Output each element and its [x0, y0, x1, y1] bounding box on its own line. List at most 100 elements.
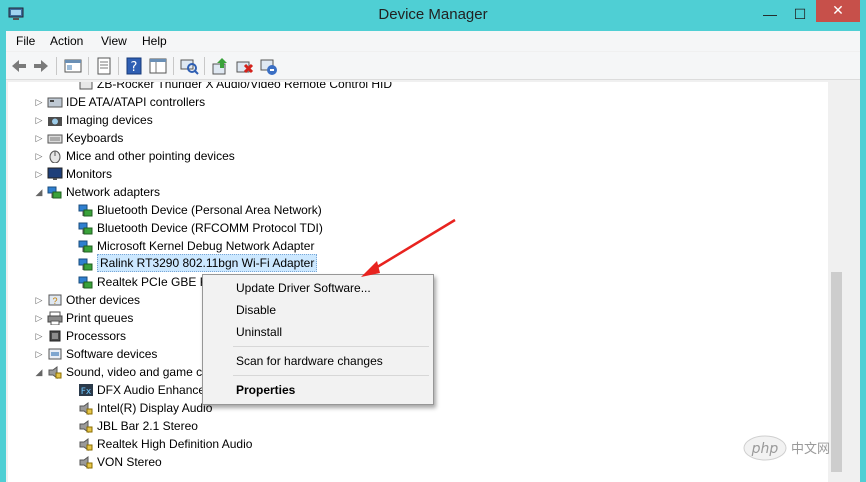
tree-row-label: VON Stereo — [97, 455, 162, 469]
tree-row[interactable]: ▷ IDE ATA/ATAPI controllers — [8, 93, 808, 111]
svg-text:php: php — [751, 441, 779, 457]
watermark: php 中文网 — [743, 433, 853, 463]
context-scan-hardware[interactable]: Scan for hardware changes — [203, 351, 433, 371]
expand-arrow-icon[interactable]: ▷ — [34, 165, 44, 183]
tree-row-label: Monitors — [66, 167, 113, 181]
expand-arrow-icon[interactable]: ▷ — [34, 327, 44, 345]
help-icon[interactable]: ? — [124, 56, 144, 76]
tree-row[interactable]: ▷ Monitors — [8, 165, 808, 183]
mouse-icon — [49, 150, 61, 163]
tree-row-label: IDE ATA/ATAPI controllers — [66, 95, 206, 109]
disable-device-icon[interactable] — [258, 56, 278, 76]
tree-row-label: Bluetooth Device (Personal Area Network) — [97, 203, 322, 217]
context-menu: Update Driver Software... Disable Uninst… — [202, 274, 434, 405]
expand-arrow-icon[interactable]: ▷ — [34, 93, 44, 111]
tree-row-label: JBL Bar 2.1 Stereo — [97, 419, 198, 433]
menu-help[interactable]: Help — [142, 34, 167, 48]
svg-text:Fx: Fx — [81, 387, 92, 397]
title-bar[interactable]: Device Manager — ☐ ✕ — [0, 0, 866, 31]
collapse-arrow-icon[interactable]: ◢ — [34, 183, 44, 201]
network-adapter-icon — [78, 240, 93, 253]
svg-text:?: ? — [52, 296, 57, 306]
tree-row-label: Print queues — [66, 311, 134, 325]
view-grid-icon[interactable] — [148, 56, 168, 76]
tree-row-label: Mice and other pointing devices — [66, 149, 235, 163]
speaker-icon — [79, 402, 93, 415]
close-button[interactable]: ✕ — [816, 0, 860, 22]
update-driver-icon[interactable] — [210, 56, 230, 76]
minimize-button[interactable]: — — [756, 0, 784, 30]
toolbar: ? — [6, 52, 860, 80]
tree-row-label: Other devices — [66, 293, 141, 307]
tree-row-label: Realtek High Definition Audio — [97, 437, 253, 451]
context-separator — [233, 346, 429, 347]
tree-row[interactable]: JBL Bar 2.1 Stereo — [8, 417, 808, 435]
tree-row-label: Imaging devices — [66, 113, 153, 127]
expand-arrow-icon[interactable]: ▷ — [34, 129, 44, 147]
printer-icon — [47, 311, 63, 325]
context-disable[interactable]: Disable — [203, 300, 433, 320]
software-device-icon — [48, 348, 62, 360]
svg-text:中文网: 中文网 — [791, 442, 830, 457]
tree-row-label: Network adapters — [66, 185, 161, 199]
menu-view[interactable]: View — [101, 34, 127, 48]
expand-arrow-icon[interactable]: ▷ — [34, 309, 44, 327]
php-watermark-icon: php 中文网 — [743, 435, 830, 461]
toolbar-separator — [88, 57, 89, 75]
scan-hardware-icon[interactable] — [179, 56, 199, 76]
device-manager-window: Device Manager — ☐ ✕ File Action View He… — [0, 0, 866, 482]
tree-row[interactable]: ▷ Mice and other pointing devices — [8, 147, 808, 165]
network-adapter-icon — [78, 204, 93, 217]
uninstall-device-icon[interactable] — [234, 56, 254, 76]
toolbar-separator — [173, 57, 174, 75]
show-hide-console-tree-icon[interactable] — [63, 56, 83, 76]
context-uninstall[interactable]: Uninstall — [203, 322, 433, 342]
tree-row[interactable]: VON Stereo — [8, 453, 808, 471]
tree-row-label: Microsoft Kernel Debug Network Adapter — [97, 239, 315, 253]
keyboard-icon — [47, 134, 63, 144]
ide-controller-icon — [47, 97, 63, 108]
network-adapter-icon — [78, 258, 93, 271]
tree-row-label: Processors — [66, 329, 127, 343]
camera-icon — [48, 117, 62, 126]
network-adapter-icon — [78, 222, 93, 235]
tree-row-label: DFX Audio Enhancer — [97, 383, 210, 397]
tree-row[interactable]: Realtek High Definition Audio — [8, 435, 808, 453]
menu-action[interactable]: Action — [50, 34, 83, 48]
tree-row-label: Keyboards — [66, 131, 124, 145]
speaker-icon — [79, 438, 93, 451]
properties-page-icon[interactable] — [94, 56, 114, 76]
tree-row-label: Ralink RT3290 802.11bgn Wi-Fi Adapter — [97, 254, 318, 272]
vertical-scrollbar[interactable] — [828, 82, 845, 482]
menu-file[interactable]: File — [16, 34, 35, 48]
network-adapter-icon — [47, 186, 62, 199]
tree-row-label: ZB-Rocker Thunder X Audio/Video Remote C… — [97, 82, 393, 91]
expand-arrow-icon[interactable]: ▷ — [34, 345, 44, 363]
back-arrow-icon[interactable] — [9, 56, 29, 76]
tree-row[interactable]: ▷ Imaging devices — [8, 111, 808, 129]
maximize-button[interactable]: ☐ — [786, 0, 814, 30]
tree-row-label: Intel(R) Display Audio — [97, 401, 213, 415]
tree-row-label: Bluetooth Device (RFCOMM Protocol TDI) — [97, 221, 323, 235]
context-update-driver[interactable]: Update Driver Software... — [203, 278, 433, 298]
speaker-icon — [48, 366, 62, 379]
processor-icon — [49, 330, 61, 342]
tree-row[interactable]: ◢ Network adapters — [8, 183, 808, 201]
window-title: Device Manager — [378, 6, 488, 23]
toolbar-separator — [204, 57, 205, 75]
expand-arrow-icon[interactable]: ▷ — [34, 111, 44, 129]
svg-text:?: ? — [131, 60, 138, 75]
forward-arrow-icon[interactable] — [31, 56, 51, 76]
expand-arrow-icon[interactable]: ▷ — [34, 291, 44, 309]
monitor-icon — [47, 167, 63, 180]
fx-icon: Fx — [79, 384, 93, 397]
annotation-arrow — [361, 218, 456, 277]
tree-row-label: Sound, video and game c — [66, 365, 203, 379]
expand-arrow-icon[interactable]: ▷ — [34, 147, 44, 165]
collapse-arrow-icon[interactable]: ◢ — [34, 363, 44, 381]
tree-row[interactable]: ZB-Rocker Thunder X Audio/Video Remote C… — [8, 82, 808, 93]
toolbar-separator — [56, 57, 57, 75]
speaker-icon — [79, 456, 93, 469]
tree-row[interactable]: ▷ Keyboards — [8, 129, 808, 147]
context-properties[interactable]: Properties — [203, 380, 433, 400]
